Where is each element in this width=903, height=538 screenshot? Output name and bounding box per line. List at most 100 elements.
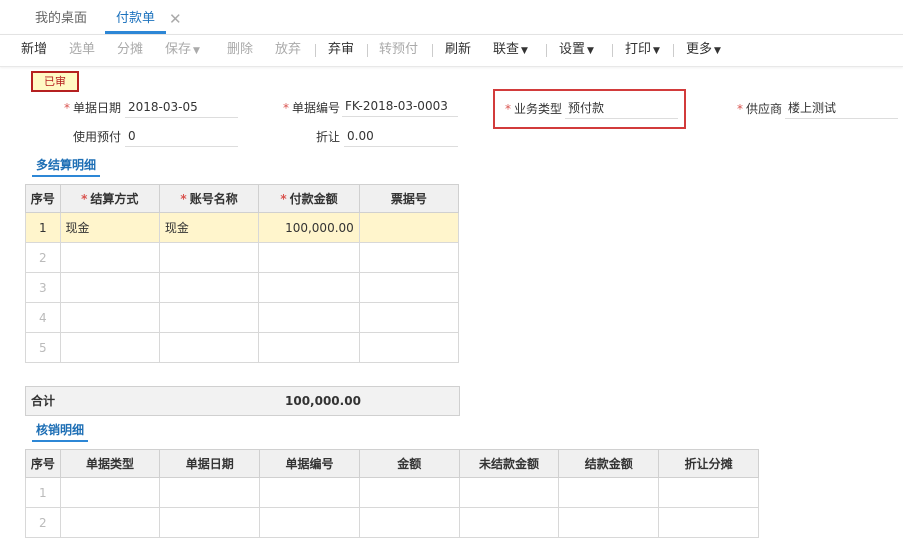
chevron-down-icon: ▼ (653, 46, 660, 56)
row-index: 2 (25, 507, 61, 538)
cell-account[interactable] (158, 302, 260, 333)
cell-amount[interactable] (258, 272, 360, 303)
doc-no-field[interactable]: FK-2018-03-0003 (342, 96, 458, 117)
toolbar-divider (546, 44, 547, 57)
table-cell[interactable] (59, 477, 161, 508)
table-row[interactable]: 5 (25, 332, 460, 363)
cell-amount[interactable] (258, 242, 360, 273)
settings-label: 设置 (559, 42, 586, 57)
discount-field[interactable]: 0.00 (344, 126, 458, 147)
chevron-down-icon: ▼ (714, 46, 721, 56)
table-cell[interactable] (259, 477, 360, 508)
cell-account[interactable] (158, 272, 260, 303)
tab-my-desktop[interactable]: 我的桌面 (35, 0, 87, 34)
biz-type-label: * 业务类型 (504, 102, 562, 116)
toolbar-divider (367, 44, 368, 57)
cell-method[interactable] (59, 242, 160, 273)
linked-query-button[interactable]: 联查 ▼ (493, 34, 528, 66)
select-button[interactable]: 选单 (69, 34, 95, 66)
cell-bill-no[interactable] (358, 272, 460, 303)
supplier-label: * 供应商 (736, 102, 782, 116)
table-row[interactable]: 3 (25, 272, 460, 303)
cell-bill-no[interactable] (358, 302, 460, 333)
split-button[interactable]: 分摊 (117, 34, 143, 66)
column-header: 序号 (25, 184, 61, 213)
discard-button[interactable]: 放弃 (275, 34, 301, 66)
linked-query-label: 联查 (493, 42, 520, 57)
table-cell[interactable] (458, 507, 560, 538)
refresh-button[interactable]: 刷新 (445, 34, 471, 66)
supplier-field[interactable]: 楼上测试 (785, 98, 898, 119)
cell-method[interactable]: 现金 (59, 212, 160, 243)
row-index: 2 (25, 242, 61, 273)
column-header: 票据号 (358, 184, 460, 213)
table-cell[interactable] (358, 477, 460, 508)
print-button[interactable]: 打印 ▼ (625, 34, 660, 66)
use-prepay-label: 使用预付 (72, 130, 121, 144)
table-row[interactable]: 4 (25, 302, 460, 333)
cell-bill-no[interactable] (358, 332, 460, 363)
toolbar-divider (673, 44, 674, 57)
total-amount: 100,000.00 (285, 394, 361, 408)
close-icon[interactable]: ✕ (169, 0, 182, 34)
use-prepay-field[interactable]: 0 (125, 126, 238, 147)
table-cell[interactable] (558, 507, 660, 538)
cell-account[interactable] (158, 242, 260, 273)
writeoff-section-title[interactable]: 核销明细 (32, 420, 89, 442)
column-header: * 账号名称 (158, 184, 260, 213)
save-button[interactable]: 保存 ▼ (165, 34, 200, 66)
toolbar-divider (315, 44, 316, 57)
settlement-table: 序号 * 结算方式 * 账号名称 * 付款金额 票据号 1 现金 现金 100,000… (25, 184, 460, 363)
doc-no-label: * 单据编号 (282, 101, 340, 115)
column-header: 结款金额 (558, 449, 660, 478)
column-header: * 付款金额 (258, 184, 360, 213)
table-cell[interactable] (159, 477, 261, 508)
table-cell[interactable] (658, 507, 759, 538)
cell-amount[interactable]: 100,000.00 (258, 212, 360, 243)
table-cell[interactable] (458, 477, 560, 508)
to-prepay-button[interactable]: 转预付 (379, 34, 418, 66)
cell-bill-no[interactable] (358, 242, 460, 273)
table-cell[interactable] (59, 507, 161, 538)
table-cell[interactable] (159, 507, 261, 538)
doc-date-field[interactable]: 2018-03-05 (125, 97, 238, 118)
more-button[interactable]: 更多 ▼ (686, 34, 721, 66)
cell-method[interactable] (59, 302, 160, 333)
column-header: 单据日期 (159, 449, 261, 478)
table-row[interactable]: 1 (25, 477, 759, 508)
row-index: 3 (25, 272, 61, 303)
cell-method[interactable] (59, 272, 160, 303)
settings-button[interactable]: 设置 ▼ (559, 34, 594, 66)
tab-payment-order[interactable]: 付款单 (105, 0, 167, 34)
column-header: 序号 (25, 449, 61, 478)
row-index: 1 (25, 477, 61, 508)
row-index: 4 (25, 302, 61, 333)
table-cell[interactable] (259, 507, 360, 538)
cell-account[interactable] (158, 332, 260, 363)
toolbar-divider (432, 44, 433, 57)
writeoff-table: 序号 单据类型 单据日期 单据编号 金额 未结款金额 结款金额 折让分摊 1 2 (25, 449, 759, 538)
column-header: 单据编号 (259, 449, 360, 478)
table-cell[interactable] (558, 477, 660, 508)
column-header: 单据类型 (59, 449, 161, 478)
table-row[interactable]: 1 现金 现金 100,000.00 (25, 212, 460, 243)
biz-type-field[interactable]: 预付款 (565, 98, 678, 119)
delete-button[interactable]: 删除 (227, 34, 253, 66)
cell-bill-no[interactable] (358, 212, 460, 243)
column-header: 金额 (358, 449, 460, 478)
status-badge: 已审 (31, 71, 79, 92)
cell-method[interactable] (59, 332, 160, 363)
cell-account[interactable]: 现金 (158, 212, 260, 243)
settlement-section-title[interactable]: 多结算明细 (32, 155, 101, 177)
chevron-down-icon: ▼ (521, 46, 528, 56)
new-button[interactable]: 新增 (21, 34, 47, 66)
tab-bar: 我的桌面 付款单 ✕ (0, 0, 903, 35)
unaudit-button[interactable]: 弃审 (328, 34, 354, 66)
table-cell[interactable] (658, 477, 759, 508)
table-row[interactable]: 2 (25, 507, 759, 538)
cell-amount[interactable] (258, 302, 360, 333)
table-row[interactable]: 2 (25, 242, 460, 273)
doc-date-label: * 单据日期 (63, 101, 121, 115)
table-cell[interactable] (358, 507, 460, 538)
cell-amount[interactable] (258, 332, 360, 363)
